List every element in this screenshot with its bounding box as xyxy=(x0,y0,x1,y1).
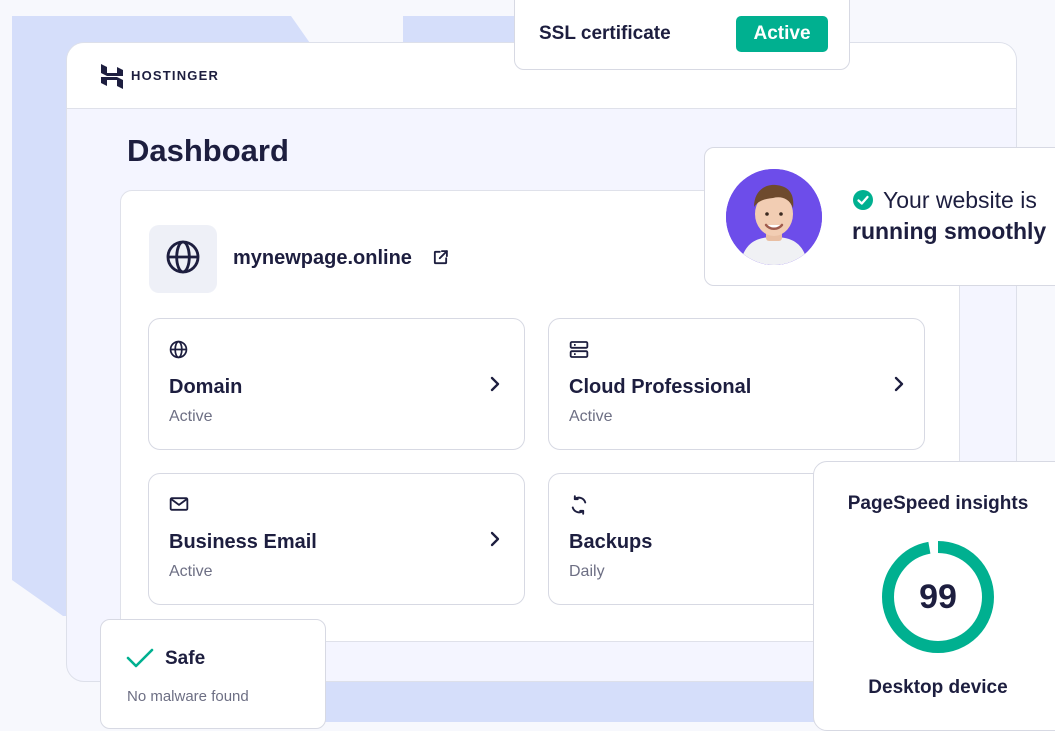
security-status-subtitle: No malware found xyxy=(127,688,249,705)
chevron-right-icon xyxy=(892,375,906,398)
brand-name: HOSTINGER xyxy=(131,68,220,83)
service-card-domain[interactable]: Domain Active xyxy=(148,318,525,450)
globe-icon xyxy=(165,239,201,280)
server-icon xyxy=(569,340,589,364)
background-shape xyxy=(300,682,820,722)
service-title: Backups xyxy=(569,531,653,553)
ssl-certificate-card: SSL certificate Active xyxy=(514,0,850,70)
website-icon-box xyxy=(149,225,217,293)
status-message: Your website is xyxy=(883,187,1037,213)
chevron-right-icon xyxy=(488,375,502,398)
external-link-icon[interactable] xyxy=(432,249,449,271)
service-status: Active xyxy=(169,563,213,580)
service-title: Business Email xyxy=(169,531,317,553)
service-status: Daily xyxy=(569,563,605,580)
service-title: Cloud Professional xyxy=(569,376,752,398)
refresh-icon xyxy=(569,495,589,520)
pagespeed-device: Desktop device xyxy=(868,677,1008,698)
security-status-title: Safe xyxy=(165,648,206,669)
website-status-card: Your website is running smoothly xyxy=(704,147,1055,286)
service-card-cloud-professional[interactable]: Cloud Professional Active xyxy=(548,318,925,450)
pagespeed-title: PageSpeed insights xyxy=(847,493,1029,514)
check-icon xyxy=(126,647,154,674)
service-card-business-email[interactable]: Business Email Active xyxy=(148,473,525,605)
pagespeed-score: 99 xyxy=(919,577,957,616)
ssl-label: SSL certificate xyxy=(539,23,671,44)
page-title: Dashboard xyxy=(127,133,289,168)
status-message-emphasis: running smoothly xyxy=(852,218,1047,244)
pagespeed-card: PageSpeed insights 99 Desktop device xyxy=(813,461,1055,731)
malware-status-card: Safe No malware found xyxy=(100,619,326,729)
hostinger-logo-icon[interactable] xyxy=(101,64,123,94)
avatar xyxy=(726,169,822,265)
chevron-right-icon xyxy=(488,530,502,553)
globe-icon xyxy=(169,340,188,364)
website-name-link[interactable]: mynewpage.online xyxy=(233,247,412,270)
mail-icon xyxy=(169,495,189,518)
service-title: Domain xyxy=(169,376,243,398)
ssl-status-badge: Active xyxy=(736,16,828,52)
service-status: Active xyxy=(169,408,213,425)
service-status: Active xyxy=(569,408,613,425)
check-circle-icon xyxy=(852,189,874,216)
